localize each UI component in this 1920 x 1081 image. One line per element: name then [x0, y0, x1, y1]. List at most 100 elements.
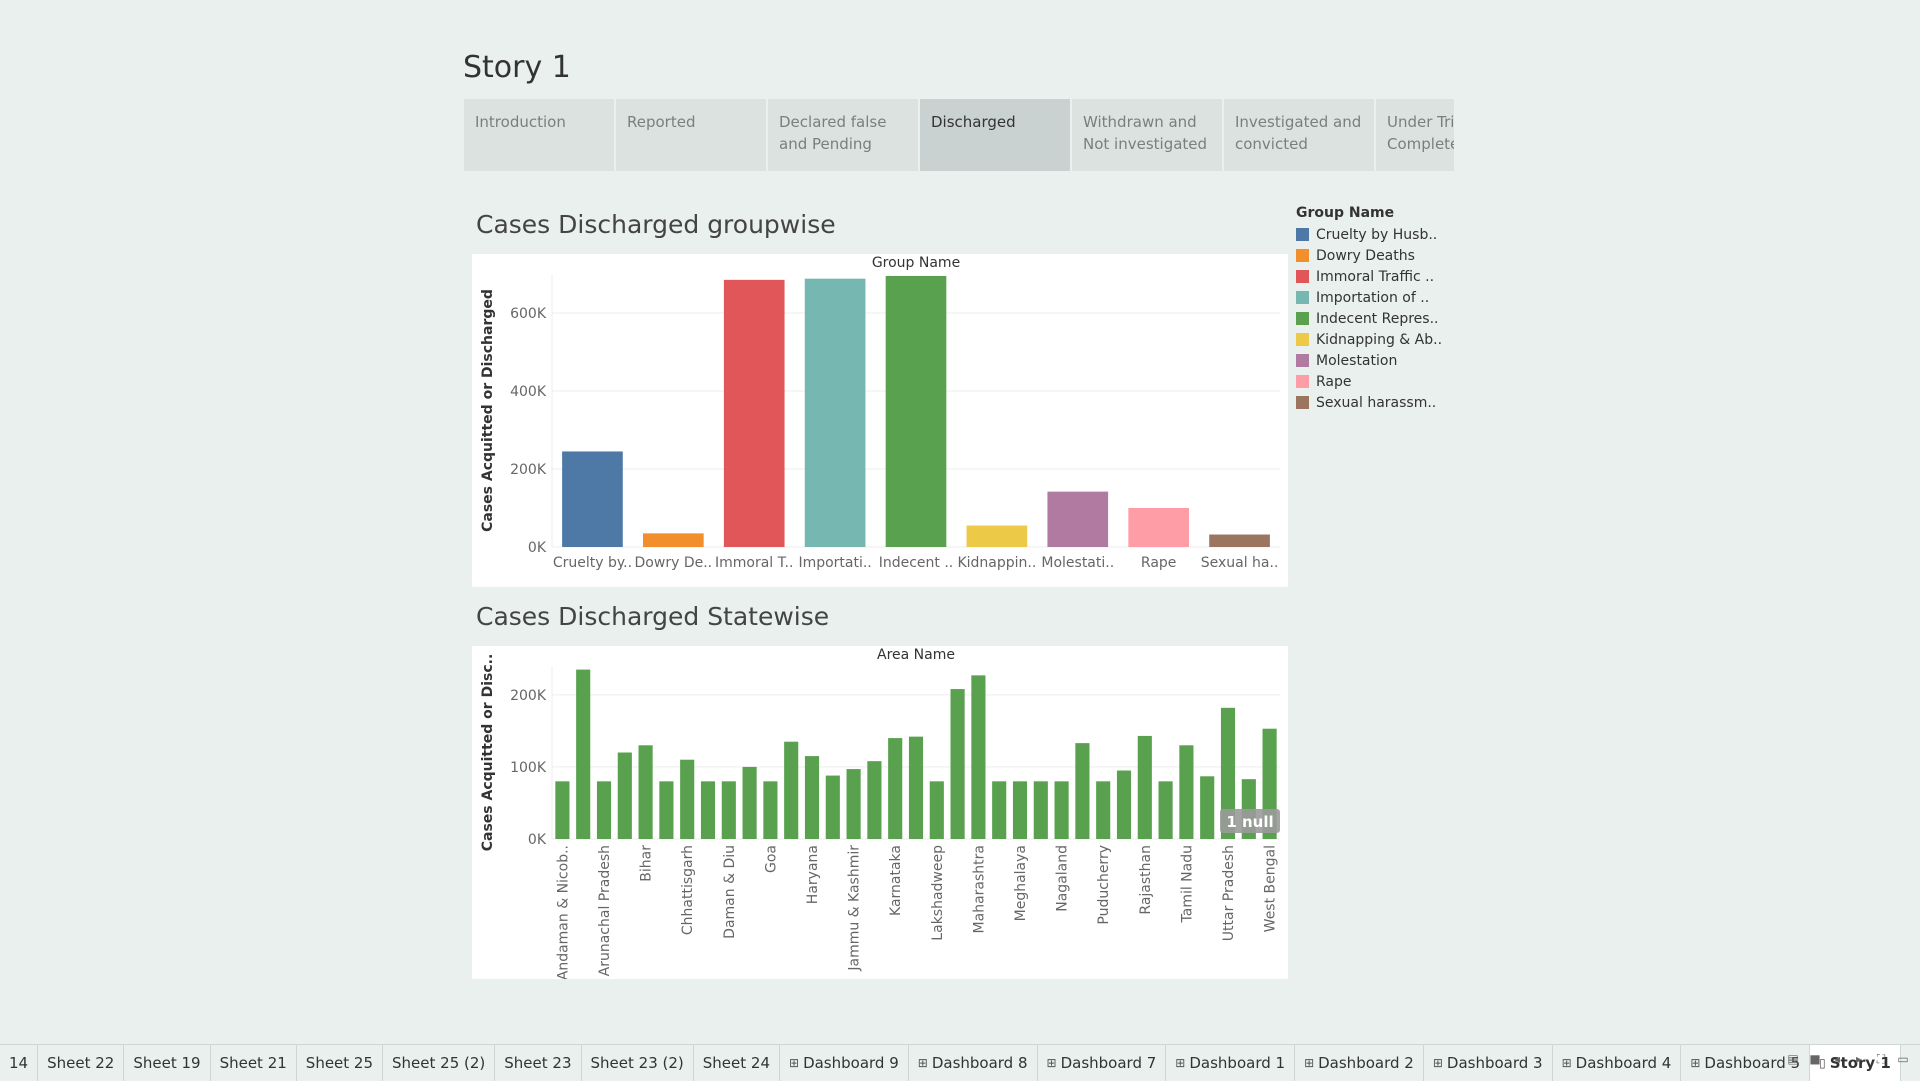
sheet-tab[interactable]: ⊞ Dashboard 1	[1166, 1045, 1296, 1081]
sheet-tab[interactable]: ⊞ Dashboard 9	[780, 1045, 909, 1081]
bar[interactable]	[680, 759, 695, 839]
sheet-tab[interactable]: ⊞ Dashboard 4	[1553, 1045, 1682, 1081]
legend-item[interactable]: Importation of ..	[1296, 287, 1446, 308]
bar[interactable]	[885, 275, 947, 547]
legend-item[interactable]: Molestation	[1296, 350, 1446, 371]
bar[interactable]	[562, 451, 623, 547]
grid-view-icon[interactable]: ▤	[1786, 1052, 1800, 1067]
bar[interactable]	[576, 669, 591, 839]
bar[interactable]	[784, 741, 799, 839]
bar[interactable]	[1096, 781, 1111, 839]
bar[interactable]	[1054, 781, 1069, 839]
fullscreen-icon[interactable]: ⛶	[1874, 1052, 1888, 1067]
story-point-4[interactable]: Withdrawn and Not investigated	[1072, 99, 1222, 171]
legend-item[interactable]: Cruelty by Husb..	[1296, 224, 1446, 245]
bar[interactable]	[659, 781, 674, 839]
legend-item[interactable]: Immoral Traffic ..	[1296, 266, 1446, 287]
y-tick-label: 0K	[528, 540, 547, 556]
sheet-tab[interactable]: ⊞ Dashboard 2	[1295, 1045, 1424, 1081]
sheet-tab-bar: 14 Sheet 22 Sheet 19 Sheet 21 Sheet 25 Sheet …	[0, 1044, 1920, 1081]
bar[interactable]	[867, 761, 882, 839]
legend-swatch	[1296, 354, 1309, 367]
bar[interactable]	[742, 766, 757, 839]
story-point-2[interactable]: Declared false and Pending	[768, 99, 918, 171]
bar[interactable]	[723, 279, 785, 547]
bar[interactable]	[1200, 776, 1215, 839]
sheet-tab[interactable]: Sheet 19	[124, 1045, 211, 1081]
sheet-tab[interactable]: Sheet 24	[694, 1045, 780, 1081]
bar[interactable]	[638, 745, 653, 839]
story-point-6[interactable]: Under Trial Completed	[1376, 99, 1454, 171]
statewise-bar-chart[interactable]: Area Name Cases Acquitted or Disc.. 0K 100K…	[472, 646, 1288, 979]
bar[interactable]	[804, 278, 866, 547]
scroll-right-icon[interactable]: ▸	[1852, 1052, 1866, 1067]
sheet-tab[interactable]: ⊞ Dashboard 8	[909, 1045, 1038, 1081]
sheet-tab[interactable]: Sheet 23	[495, 1045, 582, 1081]
filmstrip-view-icon[interactable]: ■	[1808, 1052, 1822, 1067]
bar[interactable]	[1128, 508, 1189, 547]
bar[interactable]	[908, 736, 924, 839]
bar[interactable]	[617, 752, 632, 840]
bar[interactable]	[992, 781, 1007, 839]
bar[interactable]	[1137, 735, 1152, 839]
bar[interactable]	[1075, 743, 1090, 839]
bar[interactable]	[1158, 781, 1173, 839]
bar[interactable]	[1179, 745, 1194, 839]
statewise-chart-panel[interactable]: Area Name Cases Acquitted or Disc.. 0K 100K…	[472, 646, 1288, 979]
sheet-tab[interactable]: Sheet 25	[297, 1045, 384, 1081]
sheet-tab[interactable]: Sheet 23 (2)	[582, 1045, 694, 1081]
legend-label: Dowry Deaths	[1316, 247, 1415, 264]
sheet-tab[interactable]: ⊞ Dashboard 3	[1424, 1045, 1553, 1081]
story-point-0[interactable]: Introduction	[464, 99, 614, 171]
bar[interactable]	[846, 769, 861, 839]
legend-item[interactable]: Sexual harassm..	[1296, 392, 1446, 413]
bar[interactable]	[1209, 534, 1270, 547]
bar[interactable]	[1116, 770, 1132, 839]
bar[interactable]	[555, 781, 570, 839]
bar[interactable]	[721, 781, 736, 839]
legend-item[interactable]: Dowry Deaths	[1296, 245, 1446, 266]
sheet-tab-label: Dashboard 2	[1318, 1054, 1414, 1072]
scroll-left-icon[interactable]: ◂	[1830, 1052, 1844, 1067]
y-tick-label: 0K	[528, 832, 547, 848]
x-tick-label: Maharashtra	[971, 845, 987, 933]
bar[interactable]	[643, 533, 704, 547]
sheet-tab[interactable]: Sheet 21	[211, 1045, 297, 1081]
bar[interactable]	[804, 756, 820, 839]
x-tick-label: Goa	[763, 845, 779, 873]
sheet-tab[interactable]: ⊞ Dashboard 7	[1038, 1045, 1167, 1081]
sheet-tab[interactable]: Sheet 22	[38, 1045, 125, 1081]
bar[interactable]	[596, 781, 612, 839]
bar[interactable]	[700, 781, 716, 839]
legend-item[interactable]: Kidnapping & Ab..	[1296, 329, 1446, 350]
sheet-tab-label: Sheet 19	[133, 1054, 201, 1072]
sheet-tab[interactable]: 14	[0, 1045, 39, 1081]
bar[interactable]	[1047, 491, 1109, 547]
legend-swatch	[1296, 312, 1309, 325]
bar[interactable]	[825, 775, 840, 839]
bar[interactable]	[971, 675, 986, 839]
presentation-icon[interactable]: ▭	[1896, 1052, 1910, 1067]
bar[interactable]	[763, 781, 778, 839]
bar[interactable]	[966, 525, 1028, 547]
sheet-tab-label: Dashboard 9	[803, 1054, 899, 1072]
dashboard-icon: ⊞	[789, 1056, 800, 1070]
chart-header: Area Name	[877, 647, 955, 663]
story-point-1[interactable]: Reported	[616, 99, 766, 171]
bar[interactable]	[950, 689, 965, 839]
legend-item[interactable]: Rape	[1296, 371, 1446, 392]
legend-item[interactable]: Indecent Repres..	[1296, 308, 1446, 329]
legend-swatch	[1296, 333, 1309, 346]
bar[interactable]	[1012, 781, 1028, 839]
story-point-5[interactable]: Investigated and convicted	[1224, 99, 1374, 171]
bar[interactable]	[1033, 781, 1048, 839]
groupwise-chart-panel[interactable]: Group Name Cases Acquitted or Discharged 0…	[472, 254, 1288, 587]
statewise-chart-title: Cases Discharged Statewise	[476, 602, 830, 631]
bar[interactable]	[888, 738, 903, 839]
null-indicator[interactable]: 1 null	[1220, 809, 1280, 833]
sheet-tab[interactable]: Sheet 25 (2)	[383, 1045, 496, 1081]
x-tick-label: Importati..	[798, 555, 871, 571]
story-point-3[interactable]: Discharged	[920, 99, 1070, 171]
bar[interactable]	[929, 781, 944, 839]
groupwise-bar-chart[interactable]: Group Name Cases Acquitted or Discharged 0…	[472, 254, 1288, 587]
